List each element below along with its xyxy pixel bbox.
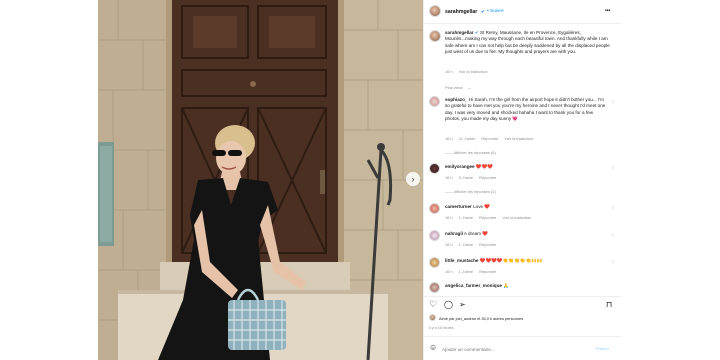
comment-avatar[interactable]	[429, 282, 440, 293]
comment-time: 16 h	[445, 136, 453, 141]
comment-username[interactable]: angelica_farmer_monique	[445, 283, 502, 288]
comment-text: Hi Sarah, I'm the girl from the airport …	[445, 97, 606, 122]
photo-illustration	[98, 0, 423, 360]
comment-likes[interactable]: 1 J'aime	[459, 269, 473, 274]
comment-5: little_mustache ❤️❤️❤️❤️👏👏👏👏👏🙌🙌	[445, 258, 609, 264]
comment-text: Love ❤️	[473, 204, 491, 209]
comment-avatar[interactable]	[429, 257, 440, 268]
comment-like-icon[interactable]: ♡	[611, 260, 615, 266]
comment-username[interactable]: little_mustache	[445, 258, 478, 263]
caption-username[interactable]: sarahmgellar	[445, 30, 474, 35]
emoji-icon[interactable]: ☺	[429, 343, 437, 352]
comment-likes[interactable]: 1 J'aime	[459, 215, 473, 220]
liker-avatar[interactable]	[429, 314, 436, 321]
comment-3-meta: 16 h 1 J'aime Répondre Voir la traductio…	[445, 215, 536, 220]
view-replies-2[interactable]: —— Afficher les réponses (2)	[445, 189, 496, 194]
comment-composer: ☺ Publier	[424, 336, 621, 360]
comment-like-icon[interactable]: ♡	[611, 100, 615, 106]
translation-link[interactable]: Voir la traduction	[502, 215, 531, 220]
sort-label-text: Plus vieux	[445, 85, 463, 90]
comment-likes[interactable]: 21 J'aime	[459, 136, 476, 141]
post-date: Il y a 16 heures	[429, 326, 454, 330]
reply-button[interactable]: Répondre	[479, 175, 496, 180]
follow-button[interactable]: • Suivre	[487, 9, 504, 14]
next-photo-button[interactable]: ›	[406, 172, 420, 186]
comment-input[interactable]	[442, 344, 582, 354]
comment-text: ❤️❤️❤️❤️👏👏👏👏👏🙌🙌	[479, 258, 543, 263]
comment-username[interactable]: emilyorangee	[445, 164, 475, 169]
comment-like-icon[interactable]: ♡	[611, 166, 615, 172]
reply-button[interactable]: Répondre	[479, 269, 496, 274]
reply-button[interactable]: Répondre	[481, 136, 498, 141]
post-frame: › sarahmgellar ✔ • Suivre ••• sarahmgell…	[0, 0, 720, 360]
caption-time: 16 h	[445, 69, 453, 74]
comment-avatar[interactable]	[429, 230, 440, 241]
comment-likes[interactable]: 1 J'aime	[459, 242, 473, 247]
comment-1-meta: 16 h 21 J'aime Répondre Voir la traducti…	[445, 136, 538, 141]
reply-button[interactable]: Répondre	[479, 215, 496, 220]
comment-2: emilyorangee ❤️❤️❤️	[445, 164, 609, 170]
caption-translation-link[interactable]: Voir la traduction	[459, 69, 488, 74]
comment-time: 16 h	[445, 175, 453, 180]
action-bar: ♡ ◯ ➢ ⊓	[424, 296, 621, 312]
comment-text: ❤️❤️❤️	[475, 164, 494, 169]
verified-icon: ✔	[481, 9, 485, 14]
comment-4-meta: 16 h 1 J'aime Répondre	[445, 242, 501, 247]
translation-link[interactable]: Voir la traduction	[504, 136, 533, 141]
comment-2-meta: 16 h 5 J'aime Répondre	[445, 175, 501, 180]
caption: sarahmgellar ✔ St Remy, Maussane, Ile en…	[445, 30, 613, 56]
comment-like-icon[interactable]: ♡	[611, 233, 615, 239]
comments-panel: sarahmgellar ✔ • Suivre ••• sarahmgellar…	[423, 0, 621, 360]
view-replies-1[interactable]: —— Afficher les réponses (6)	[445, 150, 496, 155]
send-icon[interactable]: ➢	[459, 300, 466, 309]
comment-like-icon[interactable]: ♡	[611, 206, 615, 212]
more-options-icon[interactable]: •••	[605, 8, 610, 14]
publish-button[interactable]: Publier	[596, 346, 609, 351]
comment-icon[interactable]: ◯	[444, 300, 453, 309]
comment-3: camerturner Love ❤️	[445, 204, 609, 210]
sort-label[interactable]: Plus vieux ⌄	[445, 85, 476, 90]
comment-5-meta: 16 h 1 J'aime Répondre	[445, 269, 501, 274]
chevron-down-icon: ⌄	[467, 85, 471, 90]
comment-time: 16 h	[445, 215, 453, 220]
caption-avatar[interactable]	[429, 30, 441, 42]
comment-username[interactable]: camerturner	[445, 204, 472, 209]
comment-4: nahragil A dream ❤️	[445, 231, 609, 237]
reply-button[interactable]: Répondre	[479, 242, 496, 247]
comment-time: 16 h	[445, 269, 453, 274]
comment-avatar[interactable]	[429, 163, 440, 174]
comment-username[interactable]: nahragil	[445, 231, 463, 236]
comment-avatar[interactable]	[429, 96, 440, 107]
comment-likes[interactable]: 5 J'aime	[459, 175, 473, 180]
bookmark-icon[interactable]: ⊓	[606, 300, 612, 309]
comment-1: sophiazo_ Hi Sarah, I'm the girl from th…	[445, 97, 609, 123]
post-username[interactable]: sarahmgellar	[445, 9, 477, 15]
likes-summary[interactable]: Aimé par joel_audran et 35,0 k autres pe…	[439, 316, 523, 321]
comment-time: 16 h	[445, 242, 453, 247]
comment-text: 🙏	[503, 283, 509, 288]
comment-text: A dream ❤️	[463, 231, 489, 236]
post-header: sarahmgellar ✔ • Suivre •••	[424, 0, 621, 24]
comment-6: angelica_farmer_monique 🙏	[445, 283, 609, 289]
caption-meta: 16 h Voir la traduction	[445, 69, 493, 74]
comment-avatar[interactable]	[429, 203, 440, 214]
avatar[interactable]	[429, 5, 441, 17]
comment-username[interactable]: sophiazo_	[445, 97, 467, 102]
heart-icon[interactable]: ♡	[429, 299, 437, 310]
post-photo[interactable]	[98, 0, 423, 360]
